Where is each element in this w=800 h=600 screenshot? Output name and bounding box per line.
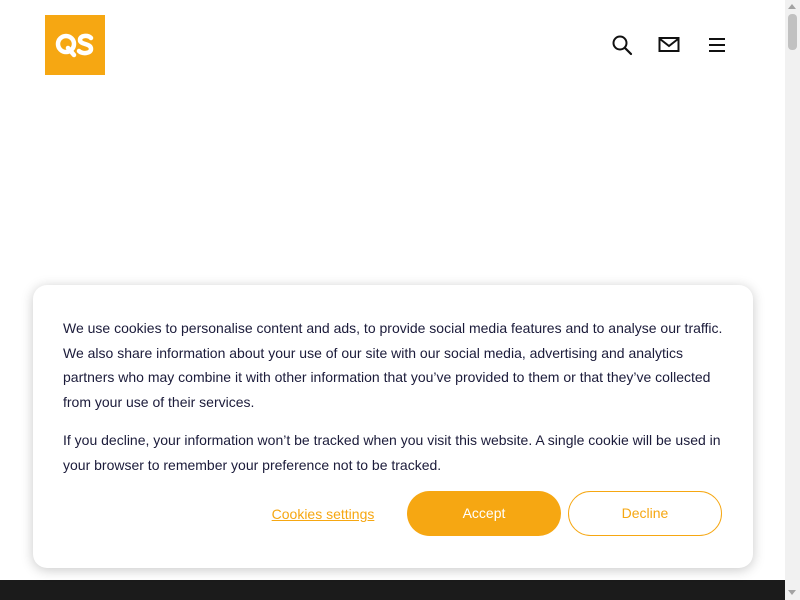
cookies-settings-link[interactable]: Cookies settings: [263, 504, 383, 524]
cookie-description-text: We use cookies to personalise content an…: [63, 320, 723, 411]
decline-button[interactable]: Decline: [568, 491, 722, 536]
menu-icon[interactable]: [705, 33, 729, 57]
scrollbar-thumb[interactable]: [788, 14, 797, 50]
qs-logo-mark: [55, 33, 94, 58]
vertical-scrollbar[interactable]: [785, 0, 800, 600]
mail-icon[interactable]: [657, 33, 681, 57]
page: We use cookies to personalise content an…: [0, 0, 800, 600]
scroll-down-arrow-icon[interactable]: [788, 590, 796, 595]
qs-logo[interactable]: [45, 15, 105, 75]
footer-band: [0, 580, 785, 600]
search-icon[interactable]: [610, 33, 634, 57]
accept-button[interactable]: Accept: [407, 491, 561, 536]
cookie-decline-info-text: If you decline, your information won’t b…: [63, 432, 721, 473]
scroll-up-arrow-icon[interactable]: [788, 4, 796, 9]
cookie-consent-dialog: We use cookies to personalise content an…: [33, 285, 753, 568]
